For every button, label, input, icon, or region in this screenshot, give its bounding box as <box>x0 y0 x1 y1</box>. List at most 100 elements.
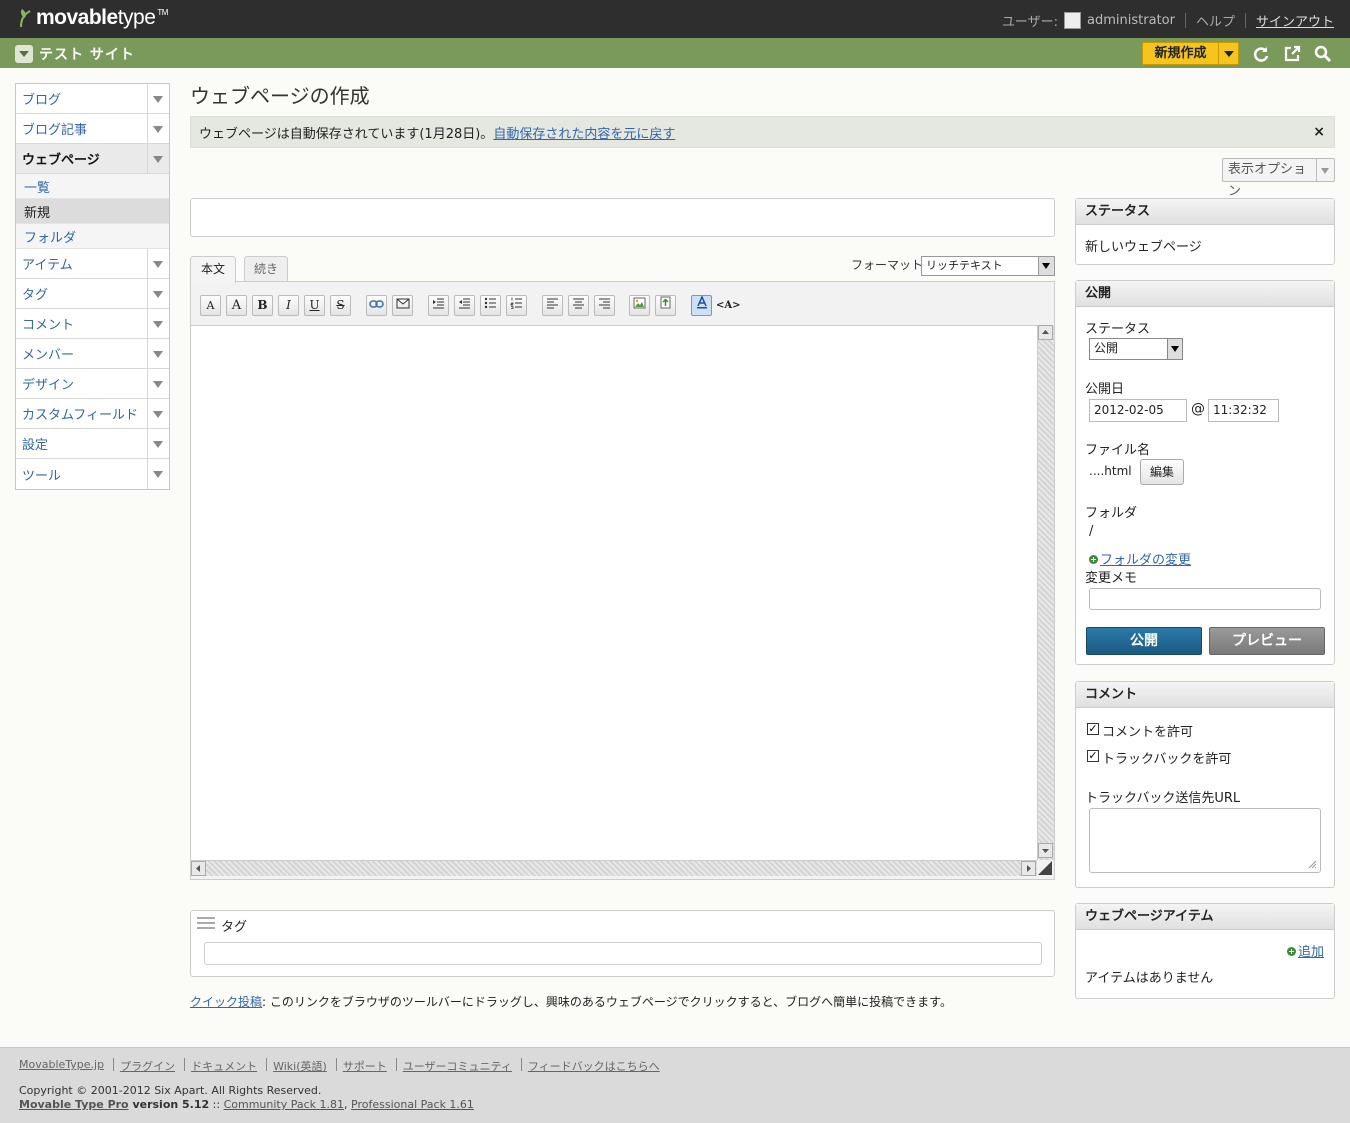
movabletype-logo[interactable]: movable type TM <box>18 6 168 30</box>
scroll-down-icon[interactable] <box>1038 843 1053 858</box>
close-icon[interactable]: × <box>1313 124 1325 140</box>
footer-link-support[interactable]: サポート <box>343 1058 387 1074</box>
sidebar-item-design[interactable]: デザイン <box>16 369 169 399</box>
chevron-down-icon[interactable] <box>147 459 169 489</box>
signout-link[interactable]: サインアウト <box>1256 11 1334 30</box>
professional-pack-link[interactable]: Professional Pack 1.61 <box>351 1098 474 1111</box>
indent-button[interactable] <box>428 295 449 316</box>
chevron-down-icon[interactable] <box>147 144 169 173</box>
user-avatar <box>1064 12 1082 29</box>
sidebar-item-webpages[interactable]: ウェブページ <box>16 144 169 174</box>
chevron-down-icon[interactable] <box>147 399 169 428</box>
footer-link-documents[interactable]: ドキュメント <box>191 1058 257 1074</box>
allow-trackbacks-checkbox[interactable]: ✓ <box>1087 750 1099 762</box>
change-folder-link[interactable]: フォルダの変更 <box>1100 553 1191 568</box>
sidebar-item-comments[interactable]: コメント <box>16 309 169 339</box>
scroll-up-icon[interactable] <box>1038 325 1053 340</box>
user-name[interactable]: administrator <box>1087 13 1175 28</box>
link-button[interactable] <box>366 295 387 316</box>
wysiwyg-mode-button[interactable] <box>691 295 712 316</box>
chevron-down-icon[interactable] <box>147 279 169 308</box>
tags-label: タグ <box>221 920 248 935</box>
add-asset-link[interactable]: 追加 <box>1298 945 1324 960</box>
drag-handle-icon[interactable] <box>197 917 215 931</box>
footer-link-movabletype-jp[interactable]: MovableType.jp <box>19 1058 104 1074</box>
chevron-down-icon[interactable] <box>147 249 169 278</box>
align-right-button[interactable] <box>594 295 615 316</box>
align-center-button[interactable] <box>568 295 589 316</box>
resize-grip[interactable] <box>1037 860 1054 876</box>
trackback-url-textarea[interactable] <box>1089 808 1321 873</box>
sidebar-item-tools[interactable]: ツール <box>16 459 169 489</box>
html-mode-button[interactable]: <A> <box>715 295 741 316</box>
footer-link-plugins[interactable]: プラグイン <box>120 1058 175 1074</box>
tags-input[interactable] <box>204 942 1042 965</box>
help-link[interactable]: ヘルプ <box>1196 11 1235 30</box>
view-site-icon[interactable] <box>1283 45 1301 63</box>
product-link[interactable]: Movable Type Pro <box>19 1098 129 1111</box>
outdent-button[interactable] <box>454 295 475 316</box>
publish-button[interactable]: 公開 <box>1086 627 1202 655</box>
footer-link-community[interactable]: ユーザーコミュニティ <box>403 1058 512 1074</box>
chevron-down-icon[interactable] <box>147 369 169 398</box>
envelope-icon <box>396 298 409 309</box>
font-smaller-button[interactable]: A <box>200 295 221 316</box>
tab-body[interactable]: 本文 <box>190 256 236 283</box>
chevron-down-icon[interactable] <box>1218 43 1238 64</box>
quickpost-link[interactable]: クイック投稿 <box>190 995 262 1009</box>
new-create-button[interactable]: 新規作成 <box>1142 42 1239 65</box>
strikethrough-button[interactable]: S <box>330 295 351 316</box>
site-name[interactable]: テスト サイト <box>39 44 135 64</box>
footer-link-wiki[interactable]: Wiki(英語) <box>273 1058 327 1074</box>
community-pack-link[interactable]: Community Pack 1.81 <box>224 1098 344 1111</box>
numbered-list-button[interactable] <box>506 295 527 316</box>
upload-file-button[interactable] <box>655 295 676 316</box>
restore-autosave-link[interactable]: 自動保存された内容を元に戻す <box>493 123 675 142</box>
underline-button[interactable]: U <box>304 295 325 316</box>
sidebar-item-members[interactable]: メンバー <box>16 339 169 369</box>
vertical-scrollbar[interactable] <box>1037 325 1054 860</box>
publish-time-input[interactable]: 11:32:32 <box>1208 399 1279 422</box>
bullet-list-button[interactable] <box>480 295 501 316</box>
font-larger-button[interactable]: A <box>226 295 247 316</box>
no-assets-text: アイテムはありません <box>1085 971 1214 986</box>
sidebar-subitem-new[interactable]: 新規 <box>16 199 169 224</box>
chevron-down-icon[interactable] <box>147 309 169 338</box>
chevron-down-icon[interactable] <box>147 339 169 368</box>
preview-button[interactable]: プレビュー <box>1209 627 1325 655</box>
status-select[interactable]: 公開 <box>1089 338 1183 360</box>
publish-date-input[interactable]: 2012-02-05 <box>1089 399 1187 422</box>
display-options-button[interactable]: 表示オプション <box>1222 158 1335 199</box>
sidebar-item-custom-fields[interactable]: カスタムフィールド <box>16 399 169 429</box>
scroll-right-icon[interactable] <box>1021 861 1036 876</box>
italic-button[interactable]: I <box>278 295 299 316</box>
sidebar-item-entries[interactable]: ブログ記事 <box>16 114 169 144</box>
sidebar-subitem-folders[interactable]: フォルダ <box>16 224 169 249</box>
change-memo-input[interactable] <box>1089 588 1321 610</box>
editor-content-area[interactable] <box>191 325 1037 860</box>
sidebar-item-settings[interactable]: 設定 <box>16 429 169 459</box>
horizontal-scrollbar[interactable] <box>191 860 1037 876</box>
refresh-icon[interactable] <box>1252 45 1270 63</box>
format-select[interactable]: リッチテキスト <box>921 256 1055 276</box>
footer-link-feedback[interactable]: フィードバックはこちらへ <box>528 1058 660 1074</box>
search-icon[interactable] <box>1314 45 1332 63</box>
sidebar-item-tags[interactable]: タグ <box>16 279 169 309</box>
bold-button[interactable]: B <box>252 295 273 316</box>
insert-image-button[interactable] <box>629 295 650 316</box>
sidebar-item-blog[interactable]: ブログ <box>16 84 169 114</box>
date-label: 公開日 <box>1085 382 1125 397</box>
allow-comments-checkbox[interactable]: ✓ <box>1087 723 1099 735</box>
scroll-left-icon[interactable] <box>191 861 206 876</box>
site-switcher-icon[interactable] <box>15 45 33 63</box>
align-left-button[interactable] <box>542 295 563 316</box>
sidebar-item-assets[interactable]: アイテム <box>16 249 169 279</box>
email-link-button[interactable] <box>392 295 413 316</box>
edit-filename-button[interactable]: 編集 <box>1140 459 1184 485</box>
title-input[interactable] <box>190 198 1055 237</box>
tab-extended[interactable]: 続き <box>244 256 288 282</box>
chevron-down-icon[interactable] <box>147 84 169 113</box>
sidebar-subitem-list[interactable]: 一覧 <box>16 174 169 199</box>
chevron-down-icon[interactable] <box>147 114 169 143</box>
chevron-down-icon[interactable] <box>147 429 169 458</box>
